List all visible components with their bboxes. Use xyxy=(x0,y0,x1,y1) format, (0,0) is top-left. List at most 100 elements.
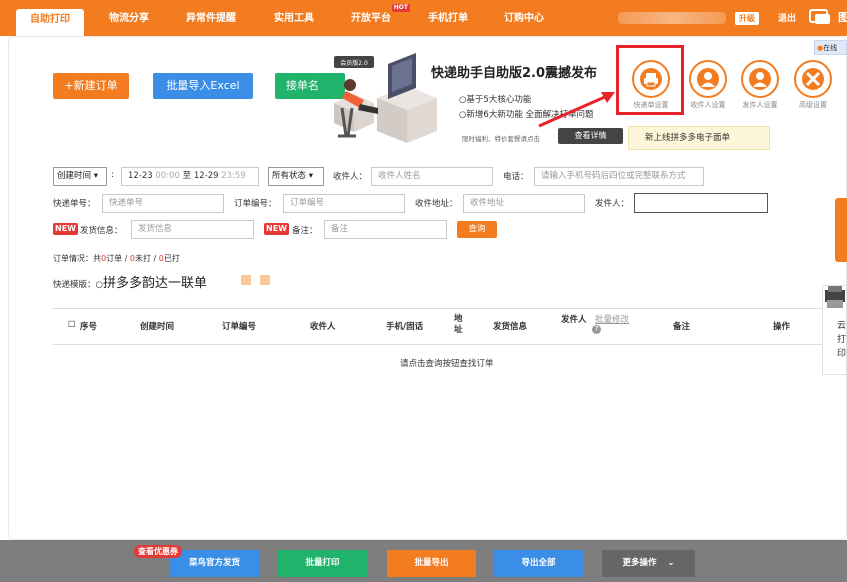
help-icon[interactable]: ? xyxy=(592,325,601,334)
cainiao-ship-button[interactable]: 菜鸟官方发货 xyxy=(170,550,259,577)
floating-service-tab[interactable] xyxy=(835,198,847,262)
cloud-print-text-3: 印 xyxy=(837,349,847,359)
time-type-select[interactable]: 创建时间 ▾ xyxy=(53,167,107,186)
sender-settings-button[interactable] xyxy=(741,60,779,98)
date-range-input[interactable]: 12-23 00:00 至 12-29 23:59 xyxy=(121,167,259,186)
logout-link[interactable]: 退出 xyxy=(778,11,796,24)
recipient-settings-label: 收件人设置 xyxy=(690,101,726,109)
banner-title: 快递助手自助版2.0震撼发布 xyxy=(431,66,598,81)
cloud-printer-icon xyxy=(825,286,845,308)
tab-mobile-print[interactable]: 手机打单 xyxy=(420,8,476,30)
remove-template-button[interactable] xyxy=(260,275,270,285)
tab-self-print[interactable]: 自助打印 xyxy=(16,9,84,36)
tab-order-center[interactable]: 订购中心 xyxy=(496,8,552,30)
order-status-value: 所有状态 xyxy=(272,171,307,181)
address-label: 收件地址： xyxy=(415,199,458,209)
status-printed-unit: 已打 xyxy=(163,254,180,263)
tools-icon xyxy=(802,68,824,90)
status-unprinted-unit: 未打 / xyxy=(134,254,159,263)
address-input[interactable]: 收件地址 xyxy=(463,194,585,213)
pdd-electronic-slip-tooltip: 新上线拼多多电子面单 xyxy=(628,126,770,150)
template-name[interactable]: 拼多多韵达一联单 xyxy=(103,276,207,291)
view-coupon-badge[interactable]: 查看优惠券 xyxy=(134,545,182,558)
tab-open-platform[interactable]: 开放平台 HOT xyxy=(342,4,410,30)
cloud-print-text-1: 云 xyxy=(837,321,847,331)
remark-label: 备注： xyxy=(292,226,318,236)
shipping-info-input[interactable]: 发货信息 xyxy=(131,220,254,239)
banner-promo-text: 限时福利、特价套餐请点击 xyxy=(462,135,540,143)
col-created-time: 创建时间 xyxy=(140,322,175,332)
order-number-input[interactable]: 订单编号 xyxy=(283,194,405,213)
date-end-clock: 23:59 xyxy=(221,171,246,181)
sender-input[interactable] xyxy=(634,193,768,213)
upgrade-button[interactable]: 升级 xyxy=(735,12,759,25)
batch-export-button[interactable]: 批量导出 xyxy=(387,550,476,577)
banner-feature-1: ○基于5大核心功能 xyxy=(459,95,532,105)
status-total-unit: 订单 / xyxy=(106,254,130,263)
recipient-label: 收件人： xyxy=(333,172,368,182)
sender-label: 发件人： xyxy=(595,199,630,209)
annotation-arrow xyxy=(538,92,615,128)
express-template-row: 快递模版：○拼多多韵达一联单 xyxy=(53,272,207,291)
status-prefix: 订单情况：共 xyxy=(53,254,101,263)
col-shipping-info: 发货信息 xyxy=(493,322,528,332)
import-excel-button[interactable]: 批量导入Excel xyxy=(153,73,253,99)
add-template-button[interactable] xyxy=(241,275,251,285)
bulk-edit-sender-link[interactable]: 批量修改 xyxy=(595,313,629,325)
chevron-down-icon: ⌄ xyxy=(667,558,675,568)
new-order-button[interactable]: +新建订单 xyxy=(53,73,129,99)
highlight-annotation-box xyxy=(616,45,684,115)
template-label: 快递模版： xyxy=(53,280,96,290)
advanced-settings-label: 高级设置 xyxy=(799,101,827,109)
new-badge-remark: NEW xyxy=(264,223,289,235)
tab-utility-tools[interactable]: 实用工具 xyxy=(266,8,322,30)
cloud-print-card[interactable]: 云 打 印 xyxy=(822,285,847,375)
tab-open-platform-label: 开放平台 xyxy=(351,13,391,24)
col-index: 序号 xyxy=(80,322,98,332)
order-status-select[interactable]: 所有状态 ▾ xyxy=(268,167,324,186)
col-phone: 手机/固话 xyxy=(386,322,424,332)
tracking-number-input[interactable]: 快递单号 xyxy=(102,194,224,213)
date-start-clock: 00:00 xyxy=(155,171,180,181)
date-start: 12-23 xyxy=(128,171,153,181)
query-button[interactable]: 查询 xyxy=(457,221,497,238)
advanced-settings-button[interactable] xyxy=(794,60,832,98)
batch-print-button[interactable]: 批量打印 xyxy=(278,550,367,577)
shipping-info-label: 发货信息： xyxy=(80,226,123,236)
phone-input[interactable]: 请输入手机号码后四位或完整联系方式 xyxy=(534,167,704,186)
account-name-blurred xyxy=(618,12,726,24)
sender-icon xyxy=(749,68,771,90)
order-number-label: 订单编号： xyxy=(234,199,277,209)
recipient-icon xyxy=(697,68,719,90)
more-actions-button[interactable]: 更多操作 ⌄ xyxy=(602,550,695,577)
hot-badge: HOT xyxy=(391,4,410,12)
empty-table-message: 请点击查询按钮查找订单 xyxy=(400,359,494,369)
remark-input[interactable]: 备注 xyxy=(324,220,447,239)
col-sender: 发件人 xyxy=(561,315,587,325)
select-all-checkbox[interactable]: ☐ xyxy=(68,320,76,330)
online-service-badge[interactable]: ●在线 xyxy=(814,40,847,55)
tab-exception-alert[interactable]: 异常件提醒 xyxy=(176,8,246,30)
time-type-value: 创建时间 xyxy=(57,171,92,181)
export-all-button[interactable]: 导出全部 xyxy=(494,550,583,577)
online-label: 在线 xyxy=(823,44,838,52)
tab-logistics-share[interactable]: 物流分享 xyxy=(100,8,158,30)
message-icon[interactable] xyxy=(809,8,831,26)
col-order-number: 订单编号 xyxy=(222,322,257,332)
date-end: 12-29 xyxy=(193,171,219,181)
template-radio[interactable]: ○ xyxy=(96,280,103,290)
more-actions-label: 更多操作 xyxy=(622,558,657,568)
banner-badge: 会员版2.0 xyxy=(340,59,368,67)
col-recipient: 收件人 xyxy=(310,322,336,332)
recipient-input[interactable]: 收件人姓名 xyxy=(371,167,493,186)
tracking-number-label: 快递单号： xyxy=(53,199,96,209)
order-status-summary: 订单情况：共0订单 / 0未打 / 0已打 xyxy=(53,253,180,264)
new-badge-shipping: NEW xyxy=(53,223,78,235)
recipient-settings-button[interactable] xyxy=(689,60,727,98)
phone-label: 电话： xyxy=(503,172,529,182)
sender-settings-label: 发件人设置 xyxy=(742,101,778,109)
cloud-print-text-2: 打 xyxy=(837,335,847,345)
date-to-label: 至 xyxy=(182,171,192,181)
colon-label: : xyxy=(111,170,114,180)
col-actions: 操作 xyxy=(773,322,791,332)
